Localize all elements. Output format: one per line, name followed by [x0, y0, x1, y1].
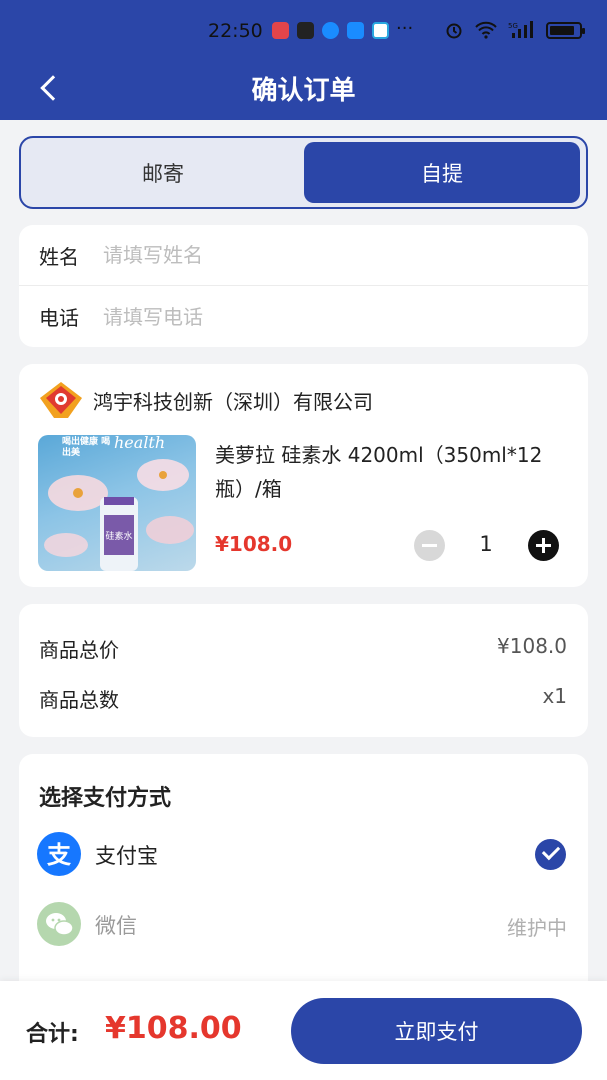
phone-input[interactable]	[103, 304, 543, 329]
product-card: 鸿宇科技创新（深圳）有限公司 硅素水 喝出健康 喝出美 health 美萝拉 硅…	[19, 364, 588, 587]
notification-app-icon	[297, 22, 314, 39]
notification-app-icon	[322, 22, 339, 39]
company-name: 鸿宇科技创新（深圳）有限公司	[93, 390, 373, 414]
product-image[interactable]: 硅素水 喝出健康 喝出美 health	[38, 435, 196, 571]
notification-app-icon	[272, 22, 289, 39]
name-row: 姓名	[19, 225, 588, 286]
contact-form-card: 姓名 电话	[19, 225, 588, 347]
status-app-icons	[272, 22, 389, 39]
payment-option-alipay[interactable]: 支 支付宝	[19, 824, 588, 884]
notification-app-icon	[372, 22, 389, 39]
product-image-text: 喝出健康 喝出美	[62, 437, 111, 458]
total-count-value: x1	[542, 684, 567, 708]
status-indicators: 5G	[444, 20, 585, 40]
name-label: 姓名	[39, 244, 79, 269]
svg-text:硅素水: 硅素水	[105, 530, 132, 542]
tab-self-pickup[interactable]: 自提	[304, 142, 580, 203]
app-header: 22:50 ··· 5G 确认订单	[0, 0, 607, 120]
product-image-text: health	[114, 435, 166, 452]
payment-name: 微信	[95, 914, 137, 938]
page-title: 确认订单	[251, 76, 356, 106]
phone-row: 电话	[19, 286, 588, 347]
increase-quantity-button[interactable]	[528, 530, 559, 561]
payment-heading: 选择支付方式	[39, 786, 172, 811]
total-amount: ¥108.00	[105, 1011, 242, 1046]
battery-icon	[546, 21, 585, 39]
total-price-label: 商品总价	[39, 638, 119, 662]
alipay-icon: 支	[37, 832, 81, 876]
cellular-signal-icon: 5G	[508, 21, 533, 38]
status-time: 22:50	[208, 20, 263, 42]
svg-text:5G: 5G	[508, 22, 518, 30]
check-circle-icon	[535, 839, 566, 870]
quantity-value: 1	[479, 532, 493, 556]
product-title: 美萝拉 硅素水 4200ml（350ml*12瓶）/箱	[215, 443, 543, 501]
tab-mail[interactable]: 邮寄	[25, 142, 301, 203]
status-bar: 22:50 ··· 5G	[0, 14, 607, 48]
pay-now-button[interactable]: 立即支付	[291, 998, 582, 1064]
payment-name: 支付宝	[95, 844, 158, 868]
alarm-icon	[446, 23, 462, 39]
product-price: ¥108.0	[215, 532, 293, 556]
name-input[interactable]	[103, 243, 543, 267]
payment-option-wechat[interactable]: 微信 维护中	[19, 894, 588, 954]
total-label: 合计:	[26, 1022, 79, 1047]
delivery-method-tabs: 邮寄 自提	[19, 136, 588, 209]
svg-text:支: 支	[47, 841, 72, 869]
checkout-bar: 合计: ¥108.00 立即支付	[0, 981, 607, 1080]
phone-label: 电话	[39, 306, 79, 330]
total-count-label: 商品总数	[39, 688, 119, 712]
wechat-icon	[37, 902, 81, 946]
payment-status: 维护中	[507, 916, 567, 940]
notification-app-icon	[347, 22, 364, 39]
total-price-value: ¥108.0	[497, 634, 567, 658]
wifi-icon	[475, 21, 497, 39]
status-more-icon: ···	[396, 18, 414, 39]
decrease-quantity-button[interactable]	[414, 530, 445, 561]
order-summary-card: 商品总价 ¥108.0 商品总数 x1	[19, 604, 588, 737]
company-logo-icon	[40, 382, 82, 418]
